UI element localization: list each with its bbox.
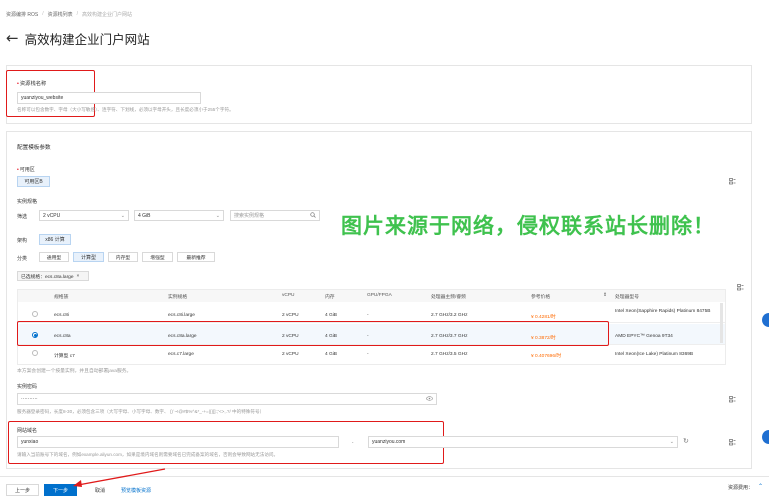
col-vcpu: vCPU bbox=[282, 293, 295, 298]
spec-search-placeholder: 搜索实例规格 bbox=[234, 213, 265, 219]
cell-vcpu: 2 vCPU bbox=[282, 352, 299, 357]
password-label: 实例密码 bbox=[17, 384, 38, 390]
stack-name-hint: 名称可以包含数字、字母（大小写敏感）、连字符、下划线，必须以字母开头，且长度必须… bbox=[17, 107, 234, 112]
sort-icon[interactable]: ⇕ bbox=[603, 293, 607, 298]
cell-mem: 4 GiB bbox=[325, 352, 337, 357]
search-icon[interactable] bbox=[310, 211, 316, 220]
breadcrumb-item-current: 高效构建企业门户网站 bbox=[82, 12, 133, 18]
password-value: ·········· bbox=[21, 396, 38, 402]
row-radio[interactable] bbox=[32, 311, 38, 317]
password-settings-icon[interactable] bbox=[729, 396, 736, 403]
prev-button[interactable]: 上一步 bbox=[6, 484, 39, 496]
category-compute[interactable]: 计算型 bbox=[73, 252, 104, 262]
page-header: ← 高效构建企业门户网站 bbox=[6, 29, 150, 48]
watermark-text: 图片来源于网络，侵权联系站长删除！ bbox=[341, 215, 715, 238]
side-float-button[interactable] bbox=[762, 313, 769, 327]
cell-spec: ecs.c7.large bbox=[168, 352, 194, 357]
zone-option-b[interactable]: 可用区B bbox=[17, 176, 50, 187]
cell-freq: 2.7 GHz/3.5 GHz bbox=[431, 352, 468, 357]
spec-label: 实例规格 bbox=[17, 199, 38, 205]
memory-select-value: 4 GiB bbox=[138, 212, 151, 219]
selected-spec-chip: 已选规格：ecs.c8a.large × bbox=[17, 271, 89, 281]
memory-select[interactable]: 4 GiB ⌄ bbox=[134, 210, 224, 221]
domain-hint: 请输入当前账号下的域名，例如example.aliyun.com，如果是境内域名… bbox=[17, 452, 279, 457]
cell-price: ¥ 0.407696/时 bbox=[531, 354, 562, 359]
col-gpu: GPU/FPGA bbox=[367, 293, 392, 298]
page-title: 高效构建企业门户网站 bbox=[24, 33, 150, 47]
arrow-annotation-icon bbox=[73, 468, 166, 487]
cell-mem: 4 GiB bbox=[325, 313, 337, 318]
cell-freq: 2.7 GHz/3.2 GHz bbox=[431, 313, 468, 318]
param-settings-icon[interactable] bbox=[729, 178, 736, 185]
domain-label: 网站域名 bbox=[17, 428, 38, 434]
close-icon[interactable]: × bbox=[77, 274, 80, 279]
col-spec: 实例规格 bbox=[168, 295, 188, 300]
vcpu-select[interactable]: 2 vCPU ⌄ bbox=[39, 210, 129, 221]
refresh-icon[interactable]: ↻ bbox=[683, 437, 689, 445]
password-input[interactable]: ·········· bbox=[17, 393, 437, 405]
category-general[interactable]: 通用型 bbox=[39, 252, 69, 262]
table-scrollbar[interactable] bbox=[720, 303, 723, 343]
cell-gpu: - bbox=[367, 313, 369, 318]
password-hint: 服务器登录密码，长度8-30，必须包含三项（大写字母、小写字母、数字、 ()`~… bbox=[17, 409, 265, 414]
chevron-up-icon[interactable]: ⌃ bbox=[758, 483, 763, 490]
domain-suffix-value: yuanziyou.com bbox=[372, 439, 406, 445]
cell-cpu: Intel Xeon(Ice Lake) Platinum 8369B bbox=[615, 352, 694, 357]
fee-label: 资源费用： bbox=[728, 485, 754, 491]
category-enhanced[interactable]: 增强型 bbox=[142, 252, 173, 262]
cell-family: ecs.c8i bbox=[54, 313, 69, 318]
domain-suffix-select[interactable]: yuanziyou.com ⌄ bbox=[368, 436, 678, 448]
spec-note: 本方案会创建一个按量实例，并且自动部署java服务。 bbox=[17, 369, 132, 374]
cell-price: ¥ 0.4281/时 bbox=[531, 315, 556, 320]
table-settings-icon[interactable] bbox=[737, 284, 744, 291]
category-label: 分类 bbox=[17, 256, 28, 262]
category-latest[interactable]: 最新推荐 bbox=[177, 252, 215, 262]
domain-prefix-input[interactable]: yunxiao bbox=[17, 436, 339, 448]
breadcrumb-separator: / bbox=[42, 11, 44, 17]
col-family: 规格族 bbox=[54, 295, 69, 300]
category-memory[interactable]: 内存型 bbox=[108, 252, 138, 262]
breadcrumb-item-stack-list[interactable]: 资源栈列表 bbox=[48, 11, 73, 18]
cell-cpu: Intel Xeon(Sapphire Rapids) Platinum 847… bbox=[615, 309, 711, 314]
section-title: 配置模板参数 bbox=[17, 145, 51, 151]
cell-spec: ecs.c8i.large bbox=[168, 313, 195, 318]
col-price: 参考价格 bbox=[531, 295, 551, 300]
eye-icon[interactable] bbox=[426, 395, 433, 403]
vcpu-select-value: 2 vCPU bbox=[43, 212, 61, 219]
back-arrow-icon[interactable]: ← bbox=[6, 31, 19, 46]
highlight-box-selected-row bbox=[17, 321, 609, 346]
spec-search-input[interactable]: 搜索实例规格 bbox=[230, 210, 320, 221]
chevron-down-icon: ⌄ bbox=[215, 212, 220, 219]
arch-label: 架构 bbox=[17, 238, 28, 244]
breadcrumb: 资源编排 ROS / 资源栈列表 / 高效构建企业门户网站 bbox=[6, 11, 132, 18]
row-radio[interactable] bbox=[32, 350, 38, 356]
stack-name-input[interactable]: yuanziyou_website bbox=[17, 92, 201, 104]
selected-spec-chip-text: 已选规格：ecs.c8a.large bbox=[21, 274, 74, 280]
domain-settings-icon[interactable] bbox=[729, 439, 736, 446]
cell-family: 计算型 c7 bbox=[54, 354, 75, 359]
chevron-down-icon: ⌄ bbox=[669, 439, 674, 445]
domain-dot: . bbox=[352, 439, 354, 445]
col-memory: 内存 bbox=[325, 295, 335, 300]
arch-option-x86[interactable]: x86 计算 bbox=[39, 234, 71, 245]
zone-label: 可用区 bbox=[17, 166, 35, 173]
stack-name-label: 资源栈名称 bbox=[17, 79, 47, 87]
breadcrumb-separator: / bbox=[76, 11, 79, 17]
cell-vcpu: 2 vCPU bbox=[282, 313, 299, 318]
col-freq: 处理器主频/睿频 bbox=[431, 295, 466, 300]
breadcrumb-item-ros[interactable]: 资源编排 ROS bbox=[6, 11, 38, 18]
filter-label: 筛选 bbox=[17, 214, 28, 220]
chevron-down-icon: ⌄ bbox=[120, 212, 125, 219]
cell-gpu: - bbox=[367, 352, 369, 357]
side-float-button[interactable] bbox=[762, 430, 769, 444]
col-cpu: 处理器型号 bbox=[615, 295, 639, 300]
cell-cpu: AMD EPYC™ Genoa 9T34 bbox=[615, 334, 673, 339]
